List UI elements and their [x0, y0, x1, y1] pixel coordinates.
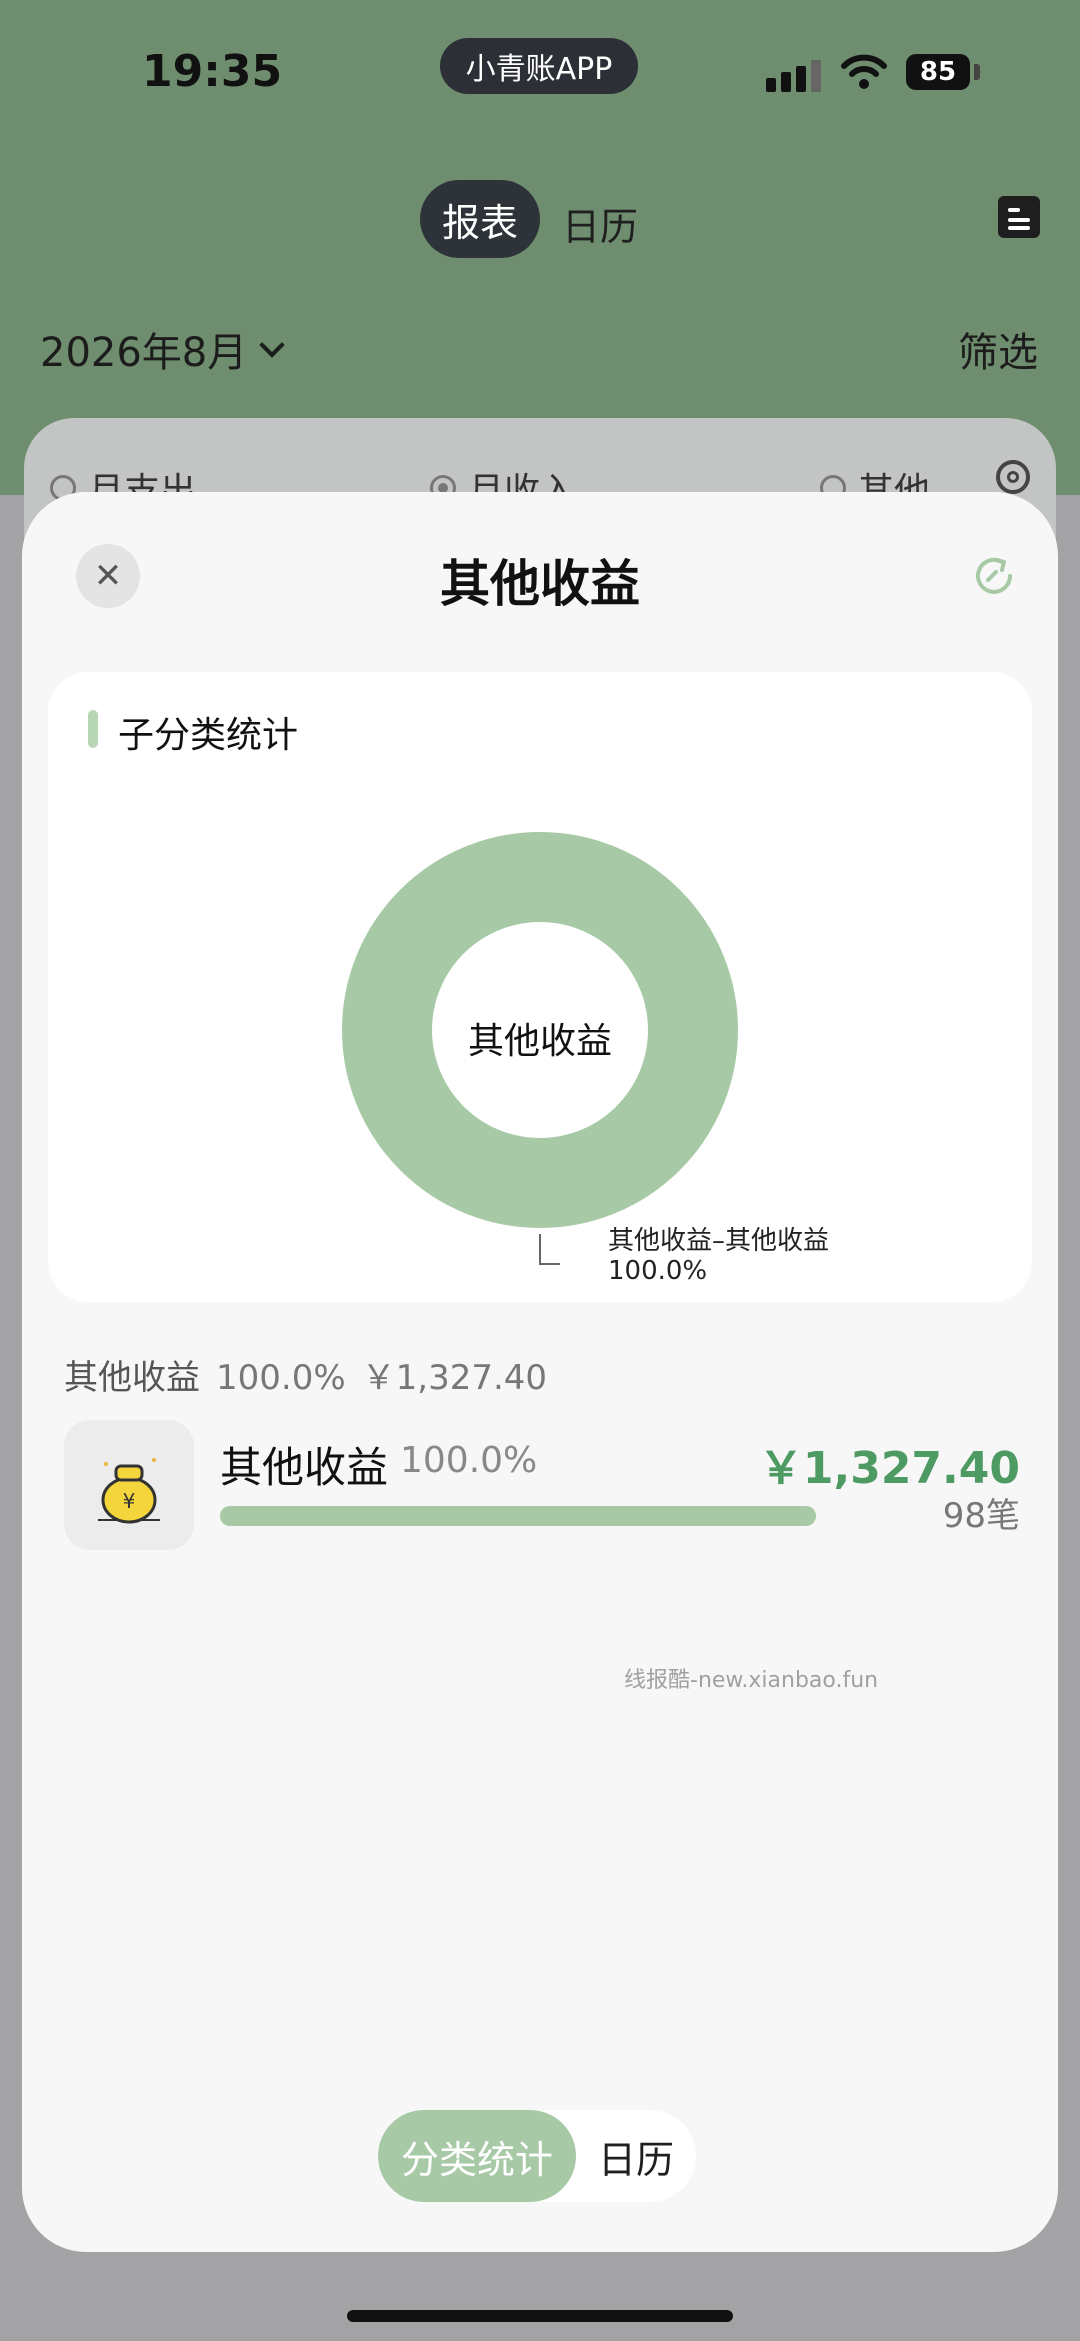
category-detail-sheet: ✕ 其他收益 子分类统计 其他收益 其他收益–其他收益 100.0% 其他收益 … — [22, 492, 1058, 2252]
status-time: 19:35 — [142, 46, 283, 97]
tab-category-stats[interactable]: 分类统计 — [378, 2110, 576, 2202]
battery-tip — [974, 64, 980, 80]
gear-icon[interactable] — [996, 460, 1030, 494]
category-amount: ￥1,327.40 — [758, 1443, 1020, 1494]
category-count: 98笔 — [942, 1496, 1020, 1536]
summary-percent: 100.0% — [216, 1358, 346, 1398]
callout-percent-label: 100.0% — [608, 1256, 708, 1286]
tab-calendar-bottom[interactable]: 日历 — [598, 2110, 674, 2202]
bottom-segment-control: 分类统计 日历 — [378, 2110, 696, 2202]
tab-report[interactable]: 报表 — [420, 180, 540, 258]
filter-button[interactable]: 筛选 — [958, 320, 1038, 378]
summary-amount: ￥1,327.40 — [361, 1358, 548, 1398]
month-selector[interactable]: 2026年8月 — [40, 320, 285, 378]
app-name-pill: 小青账APP — [440, 38, 638, 94]
summary-name: 其他收益 — [64, 1358, 200, 1398]
category-name: 其他收益 — [220, 1443, 389, 1492]
callout-category-label: 其他收益–其他收益 — [608, 1226, 830, 1256]
donut-center-label: 其他收益 — [467, 1021, 612, 1062]
signal-icon — [766, 56, 822, 92]
subcategory-chart-card: 子分类统计 其他收益 其他收益–其他收益 100.0% — [48, 672, 1032, 1302]
money-bag-icon: ¥ — [64, 1420, 194, 1550]
chevron-down-icon — [259, 332, 285, 358]
category-percent: 100.0% — [400, 1440, 538, 1481]
category-summary: 其他收益 100.0% ￥1,327.40 — [64, 1350, 547, 1399]
progress-fill — [220, 1506, 816, 1526]
sheet-title: 其他收益 — [440, 555, 640, 613]
wifi-icon — [841, 54, 887, 89]
category-progress-bar — [220, 1506, 816, 1526]
tab-calendar[interactable]: 日历 — [562, 196, 638, 251]
donut-chart — [342, 832, 738, 1265]
svg-text:¥: ¥ — [123, 1489, 136, 1513]
refresh-icon[interactable] — [970, 552, 1018, 600]
callout-leader-line — [539, 1234, 560, 1265]
book-icon[interactable] — [998, 196, 1040, 238]
home-indicator — [347, 2310, 733, 2322]
watermark-text: 线报酷-new.xianbao.fun — [624, 1668, 879, 1693]
battery-icon: 85 — [906, 54, 970, 90]
month-label: 2026年8月 — [40, 330, 248, 376]
